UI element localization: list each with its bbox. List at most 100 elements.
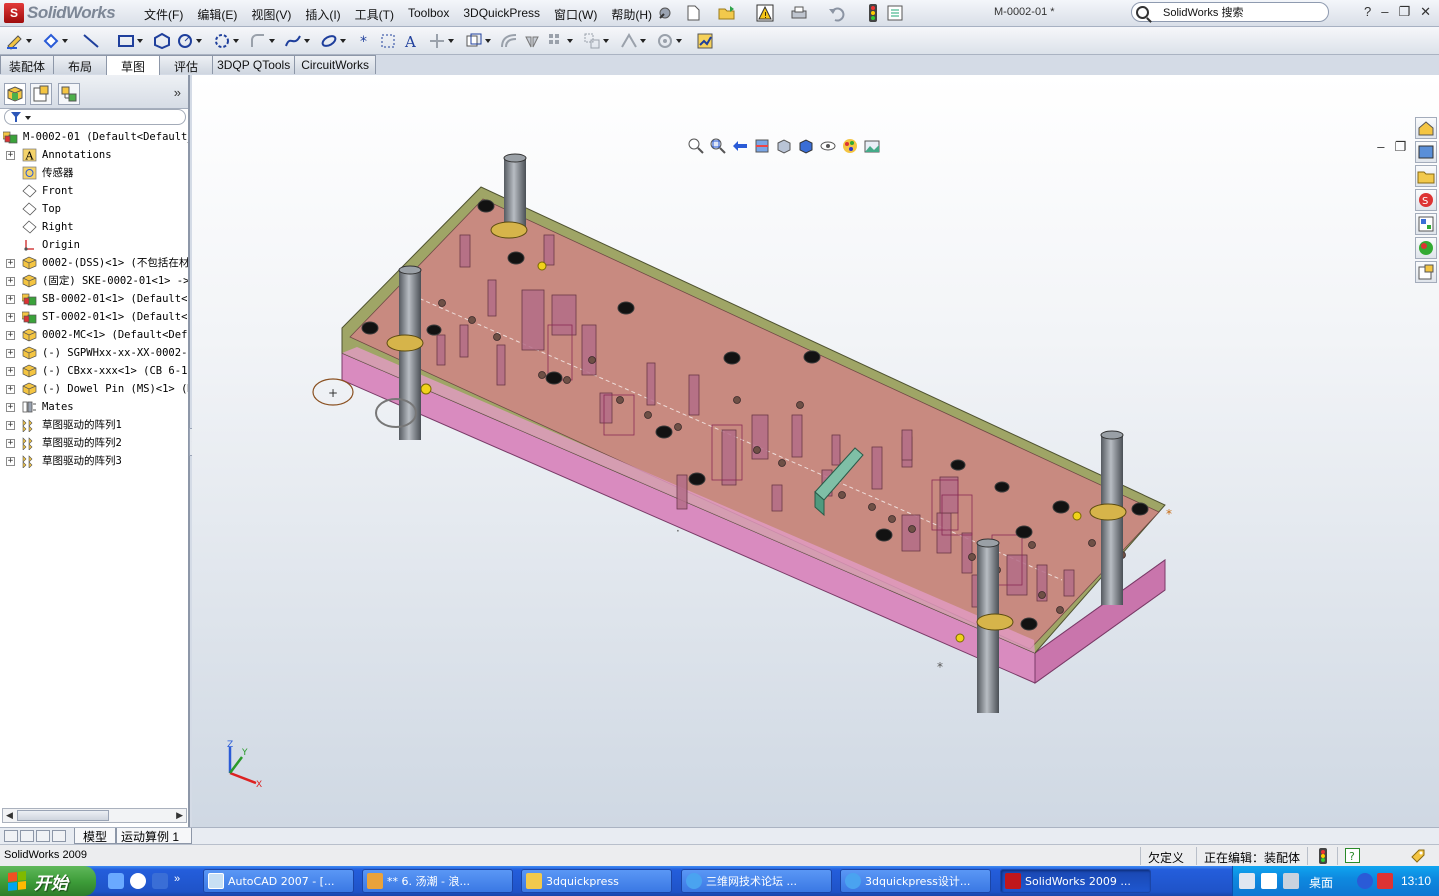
undo-icon[interactable] [828,4,846,22]
point-icon[interactable]: * [356,32,374,50]
fillet-icon[interactable] [249,32,275,50]
tree-item-sb-0002-01[interactable]: + SB-0002-01<1> (Default<D [0,290,188,308]
quick-launch-app-icon[interactable] [108,873,124,889]
trim-icon[interactable] [428,32,454,50]
tree-item-mates[interactable]: + Mates [0,398,188,416]
task-music-player[interactable]: ** 6. 汤潮 - 浪... [362,869,513,893]
file-explorer-icon[interactable] [1415,165,1437,187]
solidworks-search-input[interactable]: SolidWorks 搜索 [1131,2,1329,22]
next-tab-icon[interactable] [36,830,50,842]
tree-item-top-plane[interactable]: Top [0,200,188,218]
construction-geometry-icon[interactable] [379,32,397,50]
menu-file[interactable]: 文件(F) [137,4,190,22]
menu-help[interactable]: 帮助(H) [604,4,659,22]
polygon-icon[interactable] [153,32,171,50]
arc-icon[interactable] [213,32,239,50]
rebuild-status-icon[interactable] [1316,848,1330,864]
task-3dquickpress-design[interactable]: 3dquickpress设计... [840,869,991,893]
configuration-manager-tab[interactable] [58,83,80,105]
first-tab-icon[interactable] [4,830,18,842]
move-entities-icon[interactable] [583,32,609,50]
pin-icon[interactable] [656,4,674,22]
display-relations-icon[interactable] [620,32,646,50]
solidworks-resources-icon[interactable] [1415,117,1437,139]
tree-item-dowel-pin[interactable]: + (-) Dowel Pin (MS)<1> (M [0,380,188,398]
circle-icon[interactable] [176,32,202,50]
menu-insert[interactable]: 插入(I) [298,4,347,22]
task-3dquickpress-folder[interactable]: 3dquickpress [521,869,672,893]
tree-item-st-0002-01[interactable]: + ST-0002-01<1> (Default<D [0,308,188,326]
desktop-toolbar[interactable]: 桌面 [1309,874,1333,891]
print-icon[interactable] [790,4,808,22]
restore-icon[interactable]: ❐ [1398,4,1410,20]
tree-item-origin[interactable]: Origin [0,236,188,254]
feature-manager-tab[interactable] [4,83,26,105]
tree-item-annotations[interactable]: + A Annotations [0,146,188,164]
quick-launch-more-icon[interactable]: » [174,873,190,889]
custom-properties-icon[interactable] [1415,261,1437,283]
help-status-icon[interactable]: ? [1345,848,1360,863]
tree-item-0002-mc[interactable]: + 0002-MC<1> (Default<Defa [0,326,188,344]
text-icon[interactable]: A [402,32,420,51]
view-palette-icon[interactable] [1415,213,1437,235]
menu-toolbox[interactable]: Toolbox [401,4,456,22]
tab-layout[interactable]: 布局 [53,55,108,74]
scroll-right-icon[interactable]: ▶ [176,810,183,821]
rebuild-warning-icon[interactable]: ! [756,4,774,22]
tree-item-sketch-pattern-2[interactable]: + 草图驱动的阵列2 [0,434,188,452]
scroll-thumb[interactable] [17,810,109,821]
die-assembly-model[interactable]: + * * · Z Y X [192,75,1439,827]
search-results-icon[interactable]: S [1415,189,1437,211]
mirror-entities-icon[interactable] [523,32,541,50]
repair-sketch-icon[interactable] [656,32,682,50]
appearances-icon[interactable] [1415,237,1437,259]
tree-item-sketch-pattern-1[interactable]: + 草图驱动的阵列1 [0,416,188,434]
keyboard-icon[interactable] [1239,873,1255,889]
close-icon[interactable]: ✕ [1420,4,1431,20]
start-button[interactable]: 开始 [0,866,96,896]
tree-item-cbxx[interactable]: + (-) CBxx-xxx<1> (CB 6-15 [0,362,188,380]
panel-horizontal-scrollbar[interactable]: ◀ ▶ [2,808,187,823]
new-document-icon[interactable] [684,4,702,22]
traffic-light-icon[interactable] [864,4,882,22]
last-tab-icon[interactable] [52,830,66,842]
ellipse-icon[interactable] [320,32,346,50]
offset-entities-icon[interactable] [500,32,518,50]
scroll-left-icon[interactable]: ◀ [6,810,13,821]
quick-snaps-icon[interactable] [696,32,714,50]
rectangle-icon[interactable] [117,32,143,50]
solidworks-logo[interactable]: S SolidWorks [4,2,116,24]
antivirus-icon[interactable] [1377,873,1393,889]
tree-item-sensors[interactable]: 传感器 [0,164,188,182]
show-desktop-icon[interactable] [152,873,168,889]
tree-item-right-plane[interactable]: Right [0,218,188,236]
network-icon[interactable] [1283,873,1299,889]
help-icon[interactable]: ? [1364,4,1371,20]
tab-assembly[interactable]: 装配体 [0,55,55,74]
task-3d-forum[interactable]: 三维网技术论坛 ... [681,869,832,893]
open-folder-icon[interactable] [718,4,736,22]
options-icon[interactable] [886,4,904,22]
convert-entities-icon[interactable] [465,32,491,50]
minimize-icon[interactable]: – [1381,4,1388,20]
help-tray-icon[interactable] [1261,873,1277,889]
prev-tab-icon[interactable] [20,830,34,842]
menu-edit[interactable]: 编辑(E) [190,4,244,22]
task-solidworks[interactable]: SolidWorks 2009 ... [1000,869,1151,893]
tab-3dqp-qtools[interactable]: 3DQP QTools [212,55,296,74]
tab-motion-study-1[interactable]: 运动算例 1 [116,828,192,844]
tab-circuitworks[interactable]: CircuitWorks [294,55,376,74]
sketch-icon[interactable] [6,32,32,50]
tree-item-sketch-pattern-3[interactable]: + 草图驱动的阵列3 [0,452,188,470]
tree-item-0002-dss[interactable]: + 0002-(DSS)<1> (不包括在材 [0,254,188,272]
tab-sketch[interactable]: 草图 [106,55,161,75]
design-library-icon[interactable] [1415,141,1437,163]
line-icon[interactable] [82,32,100,50]
task-autocad[interactable]: AutoCAD 2007 - [... [203,869,354,893]
tab-model[interactable]: 模型 [74,828,116,844]
spline-icon[interactable] [284,32,310,50]
tag-status-icon[interactable] [1410,848,1426,864]
tree-item-ske-0002-01[interactable]: + (固定) SKE-0002-01<1> -> [0,272,188,290]
tray-back-icon[interactable] [1357,873,1373,889]
menu-3dquickpress[interactable]: 3DQuickPress [456,4,547,22]
